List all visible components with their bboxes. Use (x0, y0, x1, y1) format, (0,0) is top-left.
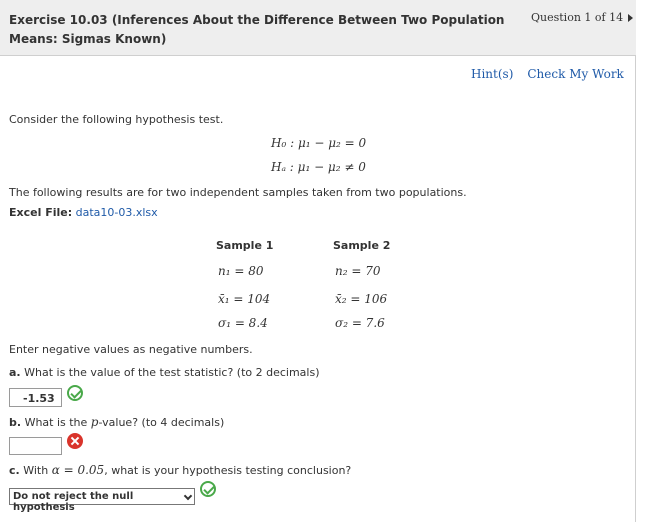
check-my-work-button[interactable]: Check My Work (527, 67, 623, 81)
null-hypothesis: H₀ : μ₁ − μ₂ = 0 (271, 136, 367, 150)
exercise-title: Exercise 10.03 (Inferences About the Dif… (9, 13, 505, 46)
question-c-text: c. With α = 0.05, what is your hypothesi… (9, 463, 351, 477)
question-b-prompt-end: -value? (to 4 decimals) (98, 416, 225, 429)
sample2-n: n₂ = 70 (335, 264, 381, 278)
x-circle-icon (67, 433, 83, 449)
hint-button[interactable]: Hint(s) (471, 67, 513, 81)
sample2-mean: x̄₂ = 106 (335, 292, 388, 306)
exercise-header: Exercise 10.03 (Inferences About the Dif… (0, 0, 636, 56)
check-circle-icon (200, 481, 216, 497)
question-a-text: a. What is the value of the test statist… (9, 366, 320, 379)
p-value-input[interactable] (9, 437, 62, 455)
sample1-n: n₁ = 80 (218, 264, 264, 278)
conclusion-select[interactable]: Do not reject the null hypothesis (9, 488, 195, 513)
question-b-prefix: b. (9, 416, 22, 429)
action-links: Hint(s) Check My Work (471, 67, 624, 81)
alternative-hypothesis: Hₐ : μ₁ − μ₂ ≠ 0 (271, 160, 366, 174)
question-c-prompt-start: With (23, 464, 52, 477)
question-c-prompt-end: , what is your hypothesis testing conclu… (104, 464, 352, 477)
check-circle-icon (67, 385, 83, 401)
alpha-expression: α = 0.05 (51, 463, 105, 477)
sample1-sigma: σ₁ = 8.4 (218, 316, 268, 330)
question-b-prompt: What is the (24, 416, 91, 429)
results-text: The following results are for two indepe… (9, 186, 467, 199)
sample1-header: Sample 1 (216, 239, 274, 252)
triangle-right-icon[interactable] (628, 13, 634, 22)
excel-file-line: Excel File: data10-03.xlsx (9, 206, 158, 219)
excel-file-label: Excel File: (9, 206, 73, 219)
question-counter-label: Question 1 of 14 (531, 11, 624, 24)
instructions-text: Enter negative values as negative number… (9, 343, 253, 356)
test-statistic-input[interactable]: -1.53 (9, 388, 62, 407)
sample1-mean: x̄₁ = 104 (218, 292, 271, 306)
sample2-sigma: σ₂ = 7.6 (335, 316, 385, 330)
question-counter[interactable]: Question 1 of 14 (531, 11, 634, 24)
excel-file-link[interactable]: data10-03.xlsx (76, 206, 158, 219)
question-a-prefix: a. (9, 366, 21, 379)
sample2-header: Sample 2 (333, 239, 391, 252)
question-a-prompt: What is the value of the test statistic?… (24, 366, 320, 379)
problem-intro: Consider the following hypothesis test. (9, 113, 224, 126)
chevron-down-icon (183, 491, 193, 501)
question-b-text: b. What is the p-value? (to 4 decimals) (9, 415, 224, 429)
question-c-prefix: c. (9, 464, 20, 477)
